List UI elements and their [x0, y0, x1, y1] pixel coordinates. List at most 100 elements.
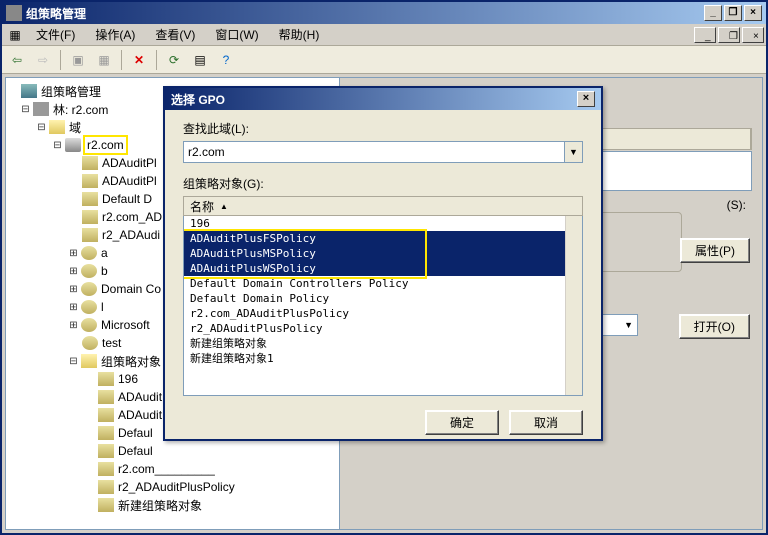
tree-gpo[interactable]: Defaul: [116, 443, 155, 459]
domain-input[interactable]: [183, 141, 565, 163]
expander-icon[interactable]: ⊟: [18, 104, 33, 115]
expander-icon[interactable]: ⊟: [50, 140, 65, 151]
list-item[interactable]: Default Domain Policy: [184, 291, 582, 306]
list-item[interactable]: Default Domain Controllers Policy: [184, 276, 582, 291]
gpo-link-icon: [82, 210, 98, 224]
security-label: (S):: [727, 198, 746, 212]
expander-icon[interactable]: ⊞: [66, 320, 81, 331]
menu-window[interactable]: 窗口(W): [205, 24, 268, 45]
delete-icon[interactable]: ✕: [128, 49, 150, 71]
list-item[interactable]: ADAuditPlusWSPolicy: [184, 261, 582, 276]
toolbar: ⇦ ⇨ ▣ ▦ ✕ ⟳ ▤ ?: [2, 46, 766, 74]
select-gpo-dialog: 选择 GPO × 查找此域(L): ▼ 组策略对象(G): 名称 ▲ 196 A…: [163, 86, 603, 441]
tree-root[interactable]: 组策略管理: [39, 82, 103, 101]
tree-domain[interactable]: r2.com: [83, 135, 128, 155]
gpo-link-icon: [82, 174, 98, 188]
close-button[interactable]: ×: [744, 5, 762, 21]
ou-icon: [81, 300, 97, 314]
child-restore-button[interactable]: ❐: [718, 27, 740, 43]
domain-icon: [65, 138, 81, 152]
list-header[interactable]: 名称 ▲: [183, 196, 583, 216]
ou-icon: [81, 264, 97, 278]
tree-item[interactable]: l: [99, 299, 106, 315]
expander-icon[interactable]: ⊞: [66, 266, 81, 277]
back-icon[interactable]: ⇦: [6, 49, 28, 71]
cut-icon[interactable]: ▣: [67, 49, 89, 71]
tree-gpo[interactable]: Defaul: [116, 425, 155, 441]
tree-item[interactable]: Default D: [100, 191, 154, 207]
folder-icon: [81, 354, 97, 368]
menu-help[interactable]: 帮助(H): [269, 24, 330, 45]
list-item[interactable]: ADAuditPlusFSPolicy: [184, 231, 582, 246]
gpo-listbox[interactable]: 196 ADAuditPlusFSPolicy ADAuditPlusMSPol…: [183, 216, 583, 396]
tree-forest[interactable]: 林: r2.com: [51, 100, 110, 119]
restore-button[interactable]: ❐: [724, 5, 742, 21]
list-item[interactable]: 新建组策略对象: [184, 336, 582, 351]
gpo-icon: [98, 498, 114, 512]
list-item[interactable]: ADAuditPlusMSPolicy: [184, 246, 582, 261]
cancel-button[interactable]: 取消: [509, 410, 583, 435]
properties-icon[interactable]: ▤: [189, 49, 211, 71]
col-name: 名称: [190, 198, 214, 215]
main-titlebar: 组策略管理 _ ❐ ×: [2, 2, 766, 24]
gpo-icon: [98, 462, 114, 476]
expander-icon[interactable]: ⊞: [66, 248, 81, 259]
domain-combo[interactable]: ▼: [183, 141, 583, 163]
app-icon: [6, 5, 22, 21]
dialog-title: 选择 GPO: [171, 91, 225, 108]
tree-item[interactable]: Microsoft: [99, 317, 152, 333]
dialog-close-button[interactable]: ×: [577, 91, 595, 107]
child-close-button[interactable]: ×: [742, 27, 764, 43]
list-item[interactable]: r2.com_ADAuditPlusPolicy: [184, 306, 582, 321]
gpm-root-icon: [21, 84, 37, 98]
scrollbar[interactable]: [565, 216, 582, 395]
menu-view[interactable]: 查看(V): [145, 24, 205, 45]
dropdown-icon[interactable]: ▼: [624, 320, 633, 330]
tree-gpo[interactable]: r2.com_________: [116, 461, 217, 477]
expander-icon[interactable]: ⊞: [66, 284, 81, 295]
refresh-icon[interactable]: ⟳: [163, 49, 185, 71]
tree-item[interactable]: r2.com_AD: [100, 209, 164, 225]
list-item[interactable]: r2_ADAuditPlusPolicy: [184, 321, 582, 336]
minimize-button[interactable]: _: [704, 5, 722, 21]
dropdown-icon[interactable]: ▼: [565, 141, 583, 163]
forest-icon: [33, 102, 49, 116]
properties-button[interactable]: 属性(P): [680, 238, 750, 263]
tree-domains[interactable]: 域: [67, 118, 83, 137]
tree-gpo[interactable]: r2_ADAuditPlusPolicy: [116, 479, 237, 495]
expander-icon[interactable]: ⊟: [34, 122, 49, 133]
tree-item[interactable]: ADAuditPl: [100, 173, 159, 189]
tree-gpo-container[interactable]: 组策略对象: [99, 352, 163, 371]
menubar: ▦ 文件(F) 操作(A) 查看(V) 窗口(W) 帮助(H) _ ❐ ×: [2, 24, 766, 46]
tree-gpo[interactable]: 新建组策略对象: [116, 496, 204, 515]
open-button[interactable]: 打开(O): [679, 314, 750, 339]
tree-item[interactable]: b: [99, 263, 110, 279]
list-item[interactable]: 新建组策略对象1: [184, 351, 582, 366]
tree-item[interactable]: r2_ADAudi: [100, 227, 162, 243]
gpo-icon: [98, 444, 114, 458]
new-window-icon[interactable]: ▦: [93, 49, 115, 71]
expander-icon[interactable]: ⊞: [66, 302, 81, 313]
gpo-list-label: 组策略对象(G):: [183, 175, 583, 192]
forward-icon[interactable]: ⇨: [32, 49, 54, 71]
domain-label: 查找此域(L):: [183, 120, 583, 137]
tree-item[interactable]: a: [99, 245, 110, 261]
menu-file[interactable]: 文件(F): [26, 24, 85, 45]
tree-item[interactable]: Domain Co: [99, 281, 163, 297]
menu-action[interactable]: 操作(A): [85, 24, 145, 45]
list-item[interactable]: 196: [184, 216, 582, 231]
tree-item[interactable]: ADAuditPl: [100, 155, 159, 171]
ou-icon: [82, 336, 98, 350]
gpo-icon: [98, 426, 114, 440]
ok-button[interactable]: 确定: [425, 410, 499, 435]
ou-icon: [81, 282, 97, 296]
system-menu-icon[interactable]: ▦: [4, 24, 26, 46]
gpo-link-icon: [82, 192, 98, 206]
tree-item[interactable]: test: [100, 335, 123, 351]
tree-gpo[interactable]: 196: [116, 371, 140, 387]
gpo-icon: [98, 372, 114, 386]
help-icon[interactable]: ?: [215, 49, 237, 71]
ou-icon: [81, 246, 97, 260]
child-minimize-button[interactable]: _: [694, 27, 716, 43]
expander-icon[interactable]: ⊟: [66, 356, 81, 367]
